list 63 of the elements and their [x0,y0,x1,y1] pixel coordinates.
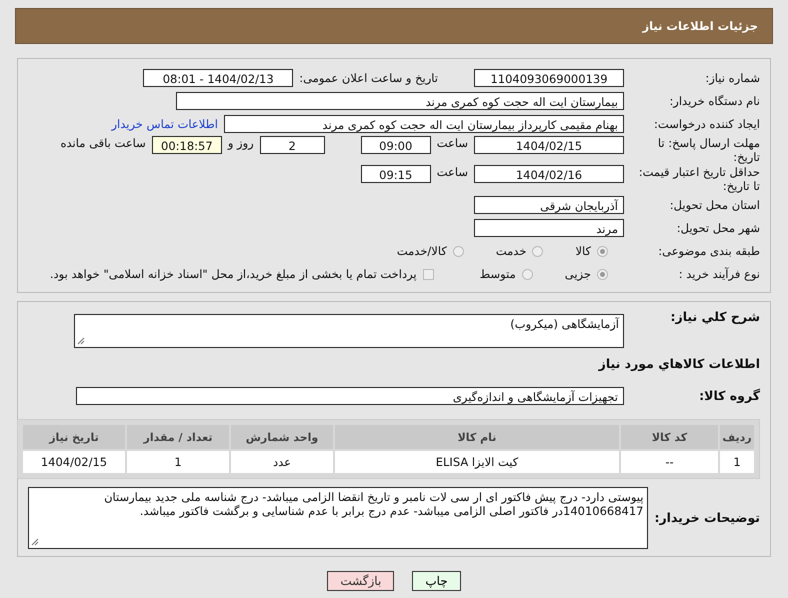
field-label: شهر محل تحویل: [676,221,760,235]
field-label: استان محل تحویل: [668,198,760,212]
description-textarea[interactable]: آزمایشگاهی (میکروب) [74,314,624,348]
field-label: طبقه بندی موضوعی: [657,244,760,258]
field-label: توضیحات خریدار: [654,511,760,525]
requester-field: بهنام مقیمی کارپرداز بیمارستان ایت اله حجت کوه کمری مرند [224,115,624,133]
field-label: شماره نیاز: [704,71,760,85]
time-label: ساعت [436,165,468,179]
radio-label: کالا/خدمت [396,244,447,258]
radio-label: متوسط [480,267,516,281]
field-label: حداقل تاریخ اعتبار قیمت: تا تاریخ: [638,165,760,193]
validity-time-field: 09:15 [360,165,431,183]
checkbox-label: پرداخت تمام یا بخشی از مبلغ خرید،از محل "اسناد خزانه اسلامی" خواهد بود. [50,267,417,281]
field-label: تاریخ و ساعت اعلان عمومی: [299,71,438,85]
table-cell: 1 [720,451,754,473]
radio-button[interactable] [597,268,608,280]
radio-button[interactable] [597,246,608,256]
table-cell: 1 [127,451,229,473]
table-cell: عدد [231,451,333,473]
remaining-label: ساعت باقی مانده [60,136,146,150]
table-cell: -- [621,451,718,473]
radio-button[interactable] [532,246,544,256]
city-field: مرند [474,219,624,237]
radio-label: خدمت [496,244,526,258]
need-number-field: 1104093069000139 [474,69,624,87]
checkbox[interactable] [422,268,434,280]
field-label: ایجاد کننده درخواست: [653,117,760,131]
section-heading: اطلاعات کالاهاي مورد نياز [597,356,760,371]
radio-button[interactable] [452,246,464,256]
page-header: جزئیات اطلاعات نیاز [15,8,773,44]
column-header: کد کالا [621,425,718,449]
radio-label: جزیی [564,267,591,281]
radio-label: کالا [575,244,591,258]
buyer-notes-textarea[interactable]: پیوستی دارد- درج پیش فاکتور ای ار سی لات نامبر و تاریخ انقضا الزامی میباشد- درج شناسه ملی جدید بیمارستان 14010668417در فاکتور اصلی الزامی میباشد- عدم درج برابر با عدم شناسایی و برگشت فاکتور میباشد. [28,487,648,549]
field-label: نام دستگاه خریدار: [668,94,760,108]
column-header: تعداد / مقدار [127,425,229,449]
resize-grip-icon [31,538,40,546]
validity-date-field: 1404/02/16 [474,165,624,183]
radio-button[interactable] [522,268,533,280]
print-button[interactable]: چاپ [412,571,461,591]
field-label: شرح کلي نياز: [670,310,760,324]
field-label: مهلت ارسال پاسخ: تا تاریخ: [656,136,760,164]
field-label: نوع فرآیند خرید : [678,267,760,281]
column-header: واحد شمارش [231,425,333,449]
announce-date-field: 1404/02/13 - 08:01 [143,69,294,87]
goods-group-field: تجهیزات آزمایشگاهی و اندازه‌گیری [76,387,624,405]
back-button[interactable]: بازگشت [327,571,394,591]
column-header: نام کالا [335,425,619,449]
time-label: ساعت [436,136,468,150]
buyer-contact-link[interactable]: اطلاعات تماس خریدار [111,117,218,131]
days-field: 2 [260,136,325,154]
column-header: ردیف [720,425,754,449]
deadline-date-field: 1404/02/15 [474,136,624,154]
field-label: گروه کالا: [698,389,760,403]
table-cell: 1404/02/15 [23,451,125,473]
days-label: روز و [228,136,254,150]
deadline-time-field: 09:00 [360,136,431,154]
remaining-time-field: 00:18:57 [152,136,222,154]
province-field: آذربایجان شرقی [474,196,624,214]
resize-grip-icon [77,337,85,345]
column-header: تاریخ نیاز [23,425,125,449]
buyer-org-field: بیمارستان ایت اله حجت کوه کمری مرند [176,92,624,110]
table-cell: کیت الایزا ELISA [335,451,619,473]
